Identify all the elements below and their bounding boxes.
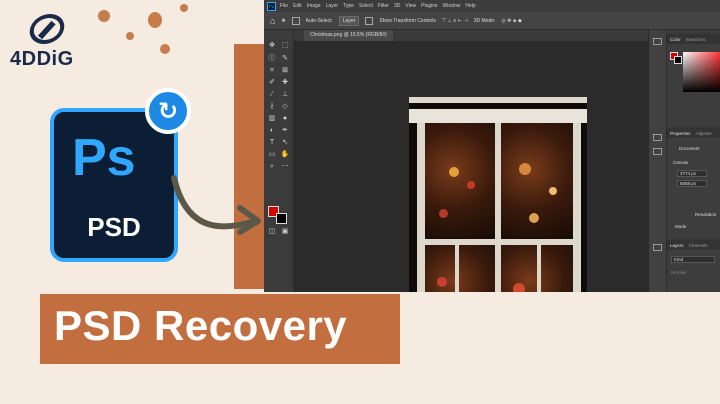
heal-tool-icon[interactable]: ✚ (280, 79, 290, 87)
move-tool-icon[interactable]: ✥ (267, 42, 277, 50)
menu-type[interactable]: Type (343, 3, 354, 9)
menu-edit[interactable]: Edit (293, 3, 302, 9)
ps-app-icon: Ps (267, 1, 276, 11)
eraser-tool-icon[interactable]: ◇ (280, 103, 290, 111)
type-tool-icon[interactable]: T (267, 139, 277, 147)
tab-channels[interactable]: Channels (689, 243, 708, 248)
canvas-height-input[interactable]: 5658 px (677, 180, 707, 187)
menu-image[interactable]: Image (307, 3, 321, 9)
more-tools-icon[interactable]: ⋯ (280, 163, 290, 171)
quick-mask-icon[interactable]: ◫ (267, 228, 277, 236)
pen-tool-icon[interactable]: ✒ (280, 127, 290, 135)
color-panel: Color Swatches (667, 34, 720, 126)
background-color-swatch[interactable] (276, 213, 287, 224)
menu-window[interactable]: Window (443, 3, 461, 9)
decor-dot (160, 44, 170, 54)
layer-kind-filter[interactable]: Kind (671, 256, 715, 263)
adjust-panel-icon[interactable] (653, 148, 662, 155)
decor-dot (148, 12, 162, 28)
history-panel-icon[interactable] (653, 38, 662, 45)
blur-tool-icon[interactable]: ● (280, 115, 290, 123)
3d-tools-icons[interactable]: ◎ ✥ ◈ ◆ (501, 18, 521, 24)
tab-swatches[interactable]: Swatches (686, 37, 706, 42)
menu-help[interactable]: Help (465, 3, 475, 9)
arrow-icon (171, 175, 261, 235)
resolution-label: Resolution (695, 212, 717, 217)
document-tab-bar: Christmas.png @ 15.5% (RGB/8#) (294, 30, 648, 41)
zoom-tool-icon[interactable]: ⌕ (267, 163, 277, 171)
blend-mode-dropdown[interactable]: Normal (671, 270, 686, 275)
logo-mark-icon (26, 14, 68, 44)
decor-dot (180, 4, 188, 12)
panel-background-swatch[interactable] (674, 56, 682, 64)
align-icons[interactable]: ⊤ ⊥ ≡ ⊢ ⊣ (442, 18, 468, 24)
history-brush-icon[interactable]: ∤ (267, 103, 277, 111)
menu-view[interactable]: View (405, 3, 416, 9)
canvas-label: Canvas (673, 160, 689, 165)
auto-select-label: Auto-Select: (305, 17, 333, 24)
accent-band (234, 44, 264, 289)
frame-tool-icon[interactable]: ⊠ (280, 67, 290, 75)
layers-panel-icon[interactable] (653, 244, 662, 251)
shape-tool-icon[interactable]: ▭ (267, 151, 277, 159)
stamp-tool-icon[interactable]: ⊥ (280, 91, 290, 99)
canvas-width-input[interactable]: 3774 px (677, 170, 707, 177)
logo-text: 4DDiG (10, 48, 74, 70)
menu-file[interactable]: File (280, 3, 288, 9)
mode-3d-label: 3D Mode: (473, 17, 496, 24)
brand-logo[interactable]: 4DDiG (10, 14, 90, 74)
home-icon[interactable]: ⌂ (270, 16, 275, 26)
file-type-label: PSD (87, 212, 141, 242)
tab-layers[interactable]: Layers (670, 243, 684, 248)
eyedropper-icon[interactable]: ✐ (267, 79, 277, 87)
tab-color[interactable]: Color (670, 37, 681, 42)
lasso-tool-icon[interactable]: ⓛ (267, 55, 277, 63)
properties-panel: Properties Adjustm Document Canvas 3774 … (667, 128, 720, 238)
marquee-tool-icon[interactable]: ⬚ (280, 42, 290, 50)
color-picker-field[interactable] (683, 52, 720, 92)
path-select-icon[interactable]: ↖ (280, 139, 290, 147)
transform-checkbox[interactable] (365, 16, 374, 25)
brush-tool-icon[interactable]: ∕ (267, 91, 277, 99)
quick-select-icon[interactable]: ✎ (280, 55, 290, 63)
screen-mode-icon[interactable]: ▣ (280, 228, 290, 236)
decor-dot (98, 10, 110, 22)
options-bar: ⌂ ✥ Auto-Select: Layer Show Transform Co… (264, 12, 720, 30)
transform-label: Show Transform Controls (379, 17, 436, 24)
document-tab[interactable]: Christmas.png @ 15.5% (RGB/8#) (304, 30, 393, 41)
menu-filter[interactable]: Filter (378, 3, 389, 9)
properties-panel-icon[interactable] (653, 134, 662, 141)
hand-tool-icon[interactable]: ✋ (280, 151, 290, 159)
title-banner: PSD Recovery (40, 294, 400, 364)
menu-layer[interactable]: Layer (326, 3, 339, 9)
auto-select-checkbox[interactable] (291, 16, 300, 25)
menu-plugins[interactable]: Plugins (421, 3, 437, 9)
app-icon-text: Ps (72, 129, 136, 187)
tab-adjustments[interactable]: Adjustm (696, 131, 712, 136)
page-title: PSD Recovery (54, 302, 348, 349)
menu-bar: Ps File Edit Image Layer Type Select Fil… (264, 0, 720, 12)
restore-icon: ↻ (145, 88, 191, 134)
menu-3d[interactable]: 3D (394, 3, 400, 9)
crop-tool-icon[interactable]: ⌗ (267, 67, 277, 75)
dodge-tool-icon[interactable]: ◐ (267, 127, 277, 135)
auto-select-dropdown[interactable]: Layer (338, 15, 360, 26)
menu-select[interactable]: Select (359, 3, 373, 9)
mode-label: Mode (675, 224, 687, 229)
gradient-tool-icon[interactable]: ▥ (267, 115, 277, 123)
move-tool-icon[interactable]: ✥ (281, 18, 285, 24)
decor-dot (126, 32, 134, 40)
tab-properties[interactable]: Properties (670, 131, 691, 136)
document-label: Document (679, 146, 700, 151)
